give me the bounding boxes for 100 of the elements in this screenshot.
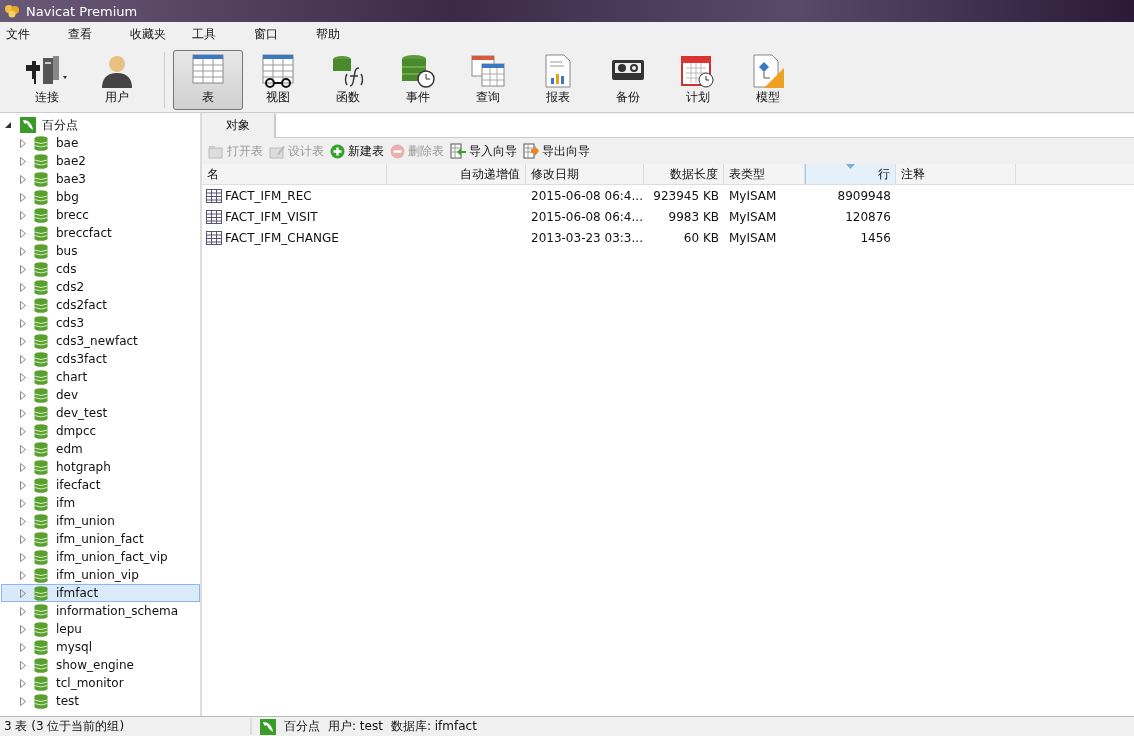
database-icon (34, 333, 48, 349)
plus-icon (330, 143, 345, 159)
database-item[interactable]: bae (1, 134, 200, 152)
toolbar-button[interactable]: 视图 (243, 49, 313, 110)
database-item[interactable]: mysql (1, 638, 200, 656)
database-icon (34, 531, 48, 547)
database-icon (34, 441, 48, 457)
database-item[interactable]: cds2 (1, 278, 200, 296)
table-import-icon (450, 143, 466, 159)
database-item[interactable]: dev (1, 386, 200, 404)
toolbar-button[interactable]: 事件 (383, 49, 453, 110)
database-icon (34, 243, 48, 259)
database-item[interactable]: ifm_union_fact_vip (1, 548, 200, 566)
database-item[interactable]: ifm_union_vip (1, 566, 200, 584)
toolbar-button[interactable]: 导入向导 (448, 142, 519, 160)
database-icon (34, 603, 48, 619)
calendar-clock-icon (680, 53, 716, 88)
database-item[interactable]: cds3_newfact (1, 332, 200, 350)
database-item[interactable]: ifm (1, 494, 200, 512)
database-icon (34, 513, 48, 529)
database-item[interactable]: lepu (1, 620, 200, 638)
toolbar-button[interactable]: 计划 (663, 49, 733, 110)
column-header[interactable]: 行 (805, 164, 896, 184)
database-icon (34, 639, 48, 655)
table-cell: FACT_IFM_CHANGE (225, 230, 339, 245)
database-item[interactable]: dev_test (1, 404, 200, 422)
database-item[interactable]: chart (1, 368, 200, 386)
table-cell: 923945 KB (653, 188, 719, 203)
database-icon (34, 549, 48, 565)
database-item[interactable]: test (1, 692, 200, 710)
table-cell: 2015-06-08 06:4... (531, 209, 643, 224)
database-item[interactable]: show_engine (1, 656, 200, 674)
minus-icon (390, 143, 405, 159)
table-glasses-icon (260, 53, 296, 88)
table-icon (206, 188, 222, 203)
database-item[interactable]: information_schema (1, 602, 200, 620)
toolbar-button[interactable]: 函数 (313, 49, 383, 110)
database-item[interactable]: bae3 (1, 170, 200, 188)
toolbar-button[interactable]: 连接 (12, 49, 82, 110)
database-item[interactable]: bus (1, 242, 200, 260)
status-text: 3 表 (3 位于当前的组) (0, 718, 252, 735)
column-header[interactable]: 修改日期 (526, 164, 644, 184)
menu-item[interactable]: 查看 (68, 26, 130, 43)
database-icon (34, 261, 48, 277)
database-item[interactable]: ifecfact (1, 476, 200, 494)
toolbar-button[interactable]: 查询 (453, 49, 523, 110)
database-icon (34, 369, 48, 385)
database-icon (34, 567, 48, 583)
column-header[interactable]: 自动递增值 (387, 164, 526, 184)
database-icon (34, 315, 48, 331)
database-item[interactable]: cds3fact (1, 350, 200, 368)
database-item[interactable]: ifm_union_fact (1, 530, 200, 548)
database-icon (34, 675, 48, 691)
folder-icon (208, 143, 224, 159)
database-icon (34, 495, 48, 511)
database-icon (34, 171, 48, 187)
database-item[interactable]: hotgraph (1, 458, 200, 476)
menu-item[interactable]: 工具 (192, 26, 254, 43)
menu-item[interactable]: 窗口 (254, 26, 316, 43)
toolbar-button[interactable]: 表 (173, 49, 243, 110)
connection-item[interactable]: 百分点 (0, 116, 200, 134)
toolbar-button[interactable]: 备份 (593, 49, 663, 110)
database-item[interactable]: ifm_union (1, 512, 200, 530)
tables-icon (470, 53, 506, 88)
menu-item[interactable]: 帮助 (316, 26, 378, 43)
toolbar-button[interactable]: 用户 (82, 49, 152, 110)
table-cell: FACT_IFM_VISIT (225, 209, 318, 224)
database-item[interactable]: bae2 (1, 152, 200, 170)
database-clock-icon (400, 53, 436, 88)
toolbar-button[interactable]: 新建表 (328, 142, 386, 160)
toolbar-button[interactable]: 报表 (523, 49, 593, 110)
database-icon (34, 585, 48, 601)
toolbar-button[interactable]: 导出向导 (521, 142, 592, 160)
toolbar-button[interactable]: 模型 (733, 49, 803, 110)
database-icon (34, 693, 48, 709)
database-item[interactable]: bbg (1, 188, 200, 206)
column-header[interactable]: 数据长度 (644, 164, 724, 184)
database-item[interactable]: ifmfact (1, 584, 200, 602)
column-header[interactable]: 名 (202, 164, 387, 184)
database-item[interactable]: tcl_monitor (1, 674, 200, 692)
database-item[interactable]: cds2fact (1, 296, 200, 314)
database-item[interactable]: dmpcc (1, 422, 200, 440)
menu-item[interactable]: 收藏夹 (130, 26, 192, 43)
column-header[interactable]: 注释 (896, 164, 1016, 184)
database-item[interactable]: cds3 (1, 314, 200, 332)
database-item[interactable]: brecc (1, 206, 200, 224)
window-title: Navicat Premium (26, 3, 138, 19)
table-cell: 120876 (845, 209, 891, 224)
diagram-ruler-icon (750, 53, 786, 88)
database-item[interactable]: cds (1, 260, 200, 278)
table-icon (206, 209, 222, 224)
database-icon (34, 423, 48, 439)
database-item[interactable]: edm (1, 440, 200, 458)
table-cell: 9983 KB (668, 209, 719, 224)
database-icon (34, 459, 48, 475)
database-icon (34, 405, 48, 421)
table-cell: MyISAM (729, 209, 777, 224)
menu-item[interactable]: 文件 (6, 26, 68, 43)
database-icon (34, 153, 48, 169)
database-item[interactable]: breccfact (1, 224, 200, 242)
